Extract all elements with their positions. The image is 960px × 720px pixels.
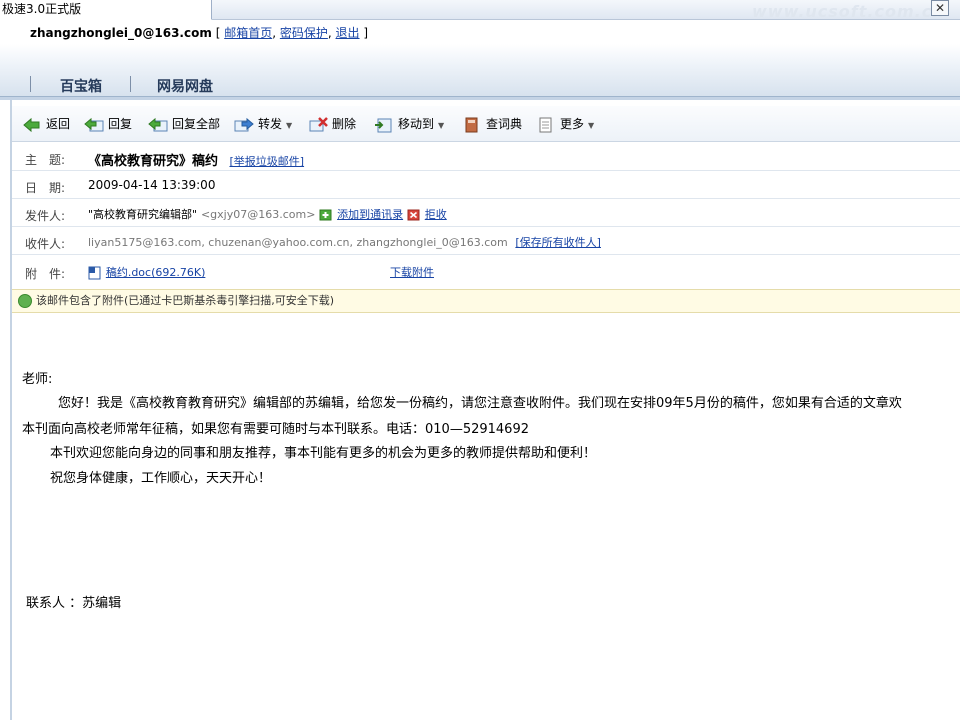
save-recipients-link[interactable]: [保存所有收件人] xyxy=(515,236,601,249)
check-shield-icon xyxy=(18,294,32,308)
to-label: 收件人: xyxy=(25,237,66,251)
report-spam-link[interactable]: [举报垃圾邮件] xyxy=(229,155,304,168)
to-row: 收件人: liyan5175@163.com, chuzenan@yahoo.c… xyxy=(12,227,960,255)
account-open-bracket: [ xyxy=(215,26,221,40)
attachment-row: 附 件: 稿约.doc(692.76K) 下载附件 xyxy=(12,255,960,289)
reply-all-icon xyxy=(148,117,168,131)
watermark: www.ucsoft.com.cn xyxy=(752,2,945,21)
window-titlebar: 极速3.0正式版 www.ucsoft.com.cn ✕ xyxy=(0,0,960,21)
subject-text: 《高校教育研究》稿约 xyxy=(88,154,219,169)
attachment-value: 稿约.doc(692.76K) xyxy=(88,264,205,280)
reply-all-button[interactable]: 回复全部 xyxy=(148,114,220,134)
download-attachment-link[interactable]: 下载附件 xyxy=(390,264,434,280)
chevron-down-icon: ▼ xyxy=(588,121,595,130)
nav-item-treasure-box[interactable]: 百宝箱 xyxy=(60,76,102,96)
attachment-link[interactable]: 稿约.doc(692.76K) xyxy=(106,266,206,279)
date-value: 2009-04-14 13:39:00 xyxy=(88,178,216,192)
more-button[interactable]: 更多 ▼ xyxy=(536,114,594,134)
nav-underline xyxy=(0,96,960,100)
account-close-bracket: ] xyxy=(363,26,369,40)
body-contact: 联系人 ：苏编辑 xyxy=(26,596,122,611)
logout-link[interactable]: 退出 xyxy=(336,26,360,40)
move-to-icon xyxy=(375,118,392,132)
delete-icon xyxy=(309,116,328,131)
more-page-icon xyxy=(539,117,552,132)
forward-button[interactable]: 转发 ▼ xyxy=(234,114,292,134)
close-icon[interactable]: ✕ xyxy=(931,0,949,16)
move-to-button[interactable]: 移动到 ▼ xyxy=(374,114,444,134)
from-value: "高校教育研究编辑部" <gxjy07@163.com> 添加到通讯录 拒收 xyxy=(88,206,447,222)
body-paragraph-1b: 本刊面向高校老师常年征稿，如果您有需要可随时与本刊联系。电话：010—52914… xyxy=(22,422,529,437)
body-paragraph-1: 您好！我是《高校教育教育研究》编辑部的苏编辑，给您发一份稿约，请您注意查收附件。… xyxy=(58,396,902,411)
to-value: liyan5175@163.com, chuzenan@yahoo.com.cn… xyxy=(88,234,601,250)
reply-button[interactable]: 回复 xyxy=(84,114,132,134)
account-bar: zhangzhonglei_0@163.com [ 邮箱首页, 密码保护, 退出… xyxy=(30,26,369,40)
body-greeting: 老师: xyxy=(22,372,53,387)
tab-title: 极速3.0正式版 xyxy=(2,2,82,16)
dictionary-icon xyxy=(465,117,478,132)
account-email: zhangzhonglei_0@163.com xyxy=(30,26,212,40)
subject-row: 主 题: 《高校教育研究》稿约 [举报垃圾邮件] xyxy=(12,143,960,171)
reject-link[interactable]: 拒收 xyxy=(425,208,447,221)
from-email: <gxjy07@163.com> xyxy=(200,208,316,221)
from-row: 发件人: "高校教育研究编辑部" <gxjy07@163.com> 添加到通讯录… xyxy=(12,199,960,227)
word-doc-icon xyxy=(88,266,101,279)
back-button[interactable]: 返回 xyxy=(22,114,70,134)
browser-tab[interactable]: 极速3.0正式版 xyxy=(0,0,212,20)
recipients: liyan5175@163.com, chuzenan@yahoo.com.cn… xyxy=(88,236,508,249)
body-paragraph-3: 祝您身体健康，工作顺心，天天开心！ xyxy=(50,471,272,486)
add-contact-link[interactable]: 添加到通讯录 xyxy=(337,208,403,221)
nav-item-netdisk[interactable]: 网易网盘 xyxy=(157,76,213,96)
date-row: 日 期: 2009-04-14 13:39:00 xyxy=(12,171,960,199)
from-label: 发件人: xyxy=(25,209,66,223)
back-arrow-icon xyxy=(23,117,40,132)
attachment-label: 附 件: xyxy=(25,267,66,281)
reject-icon xyxy=(407,209,420,220)
chevron-down-icon: ▼ xyxy=(286,121,293,130)
nav-separator xyxy=(130,76,131,92)
date-label: 日 期: xyxy=(25,181,66,195)
subject-value: 《高校教育研究》稿约 [举报垃圾邮件] xyxy=(88,150,304,169)
reply-icon xyxy=(84,117,104,131)
dictionary-button[interactable]: 查词典 xyxy=(462,114,522,134)
mailbox-home-link[interactable]: 邮箱首页 xyxy=(224,26,272,40)
subject-label: 主 题: xyxy=(25,153,66,167)
mail-toolbar: 返回 回复 回复全部 转发 ▼ 删除 移动到 ▼ 查词典 更多 ▼ xyxy=(12,106,960,142)
delete-button[interactable]: 删除 xyxy=(308,114,356,134)
nav-separator xyxy=(30,76,31,92)
forward-icon xyxy=(234,117,254,131)
safety-notice-bar: 该邮件包含了附件(已通过卡巴斯基杀毒引擎扫描,可安全下载) xyxy=(12,289,960,313)
chevron-down-icon: ▼ xyxy=(438,121,445,130)
body-paragraph-2: 本刊欢迎您能向身边的同事和朋友推荐，事本刊能有更多的机会为更多的教师提供帮助和便… xyxy=(50,446,597,461)
add-contact-icon xyxy=(319,209,332,220)
safety-notice-text: 该邮件包含了附件(已通过卡巴斯基杀毒引擎扫描,可安全下载) xyxy=(36,294,335,307)
nav-band: 百宝箱 网易网盘 xyxy=(0,44,960,96)
from-name: "高校教育研究编辑部" xyxy=(88,208,198,221)
password-protect-link[interactable]: 密码保护 xyxy=(280,26,328,40)
